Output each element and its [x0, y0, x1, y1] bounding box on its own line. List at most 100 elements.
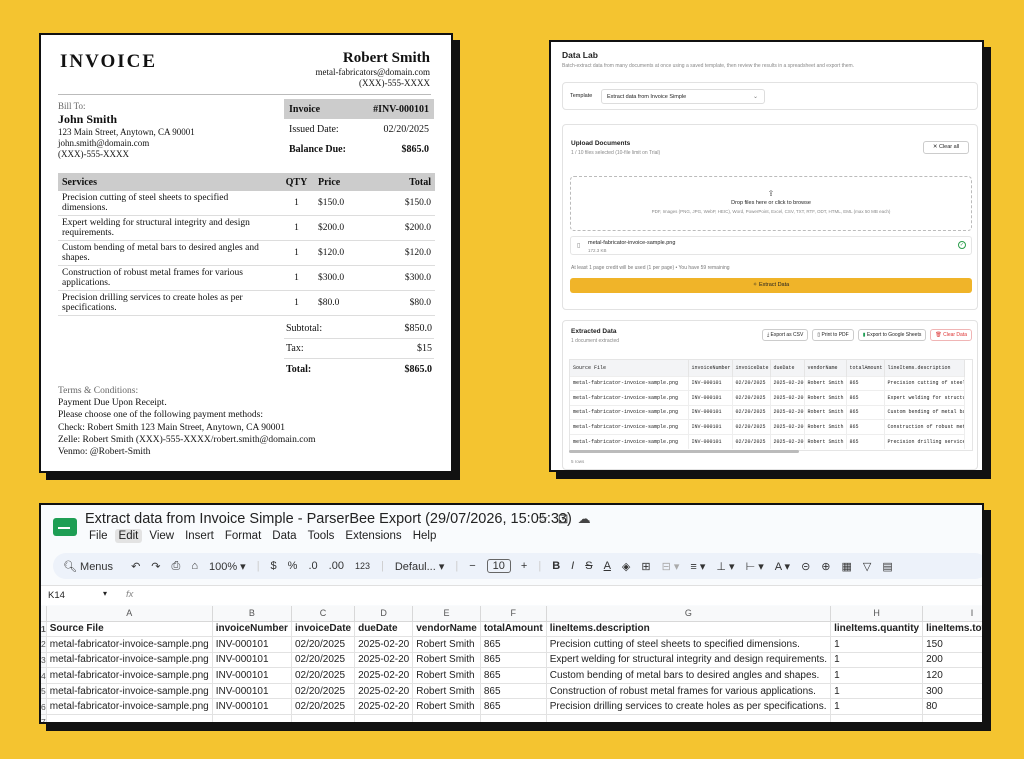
table-cell[interactable]: INV-000101	[688, 375, 733, 391]
cell[interactable]: metal-fabricator-invoice-sample.png	[46, 683, 213, 700]
paint-format-icon[interactable]: ⌂	[191, 560, 198, 572]
percent-button[interactable]: %	[288, 560, 298, 572]
fill-color-icon[interactable]: ◈	[622, 560, 630, 573]
menu-item-help[interactable]: Help	[409, 529, 441, 543]
cell[interactable]	[830, 714, 924, 722]
table-cell[interactable]: 2025-02-20	[770, 433, 805, 449]
name-box[interactable]: K14	[48, 590, 65, 601]
column-letter[interactable]: I	[922, 606, 982, 622]
cell[interactable]: Precision cutting of steel sheets to spe…	[546, 636, 832, 653]
cell[interactable]: 02/20/2025	[291, 667, 356, 684]
cell[interactable]: 2025-02-20	[354, 698, 414, 716]
cell[interactable]: Source File	[46, 621, 213, 638]
cell[interactable]: 1	[830, 698, 924, 716]
header-row[interactable]: 1 Source File invoiceNumber invoiceDate dueD…	[41, 621, 982, 638]
column-letter[interactable]: G	[546, 606, 832, 622]
cell[interactable]	[354, 714, 414, 722]
table-cell[interactable]: 2025-02-20	[770, 404, 805, 420]
vertical-align-icon[interactable]: ⊥ ▾	[716, 560, 734, 573]
menu-item-edit[interactable]: Edit	[114, 529, 143, 543]
table-row[interactable]: metal-fabricator-invoice-sample.png INV-0…	[570, 433, 965, 449]
table-cell[interactable]: 2025-02-20	[770, 419, 805, 434]
table-cell[interactable]: 865	[846, 419, 885, 434]
cell[interactable]: metal-fabricator-invoice-sample.png	[46, 667, 213, 684]
table-cell[interactable]: Robert Smith	[804, 390, 847, 405]
chevron-down-icon[interactable]: ▾	[103, 589, 107, 598]
table-row[interactable]: metal-fabricator-invoice-sample.png INV-0…	[570, 375, 965, 391]
menu-item-tools[interactable]: Tools	[304, 529, 339, 543]
cell[interactable]: Custom bending of metal bars to desired …	[546, 667, 832, 684]
print-icon[interactable]: ⎙	[172, 560, 181, 573]
column-letter[interactable]: F	[480, 606, 547, 622]
cell[interactable]	[412, 714, 481, 722]
cell[interactable]: 865	[480, 683, 547, 700]
sheets-logo-icon[interactable]	[53, 518, 77, 536]
cell[interactable]: 1	[830, 683, 924, 700]
cell[interactable]: metal-fabricator-invoice-sample.png	[46, 698, 213, 716]
table-icon[interactable]: ▤	[882, 560, 892, 573]
horizontal-scrollbar[interactable]	[569, 450, 799, 453]
cell[interactable]: Robert Smith	[412, 667, 481, 684]
column-letter[interactable]: H	[830, 606, 924, 622]
column-header[interactable]: lineItems.description	[884, 360, 965, 376]
template-select[interactable]: Extract data from Invoice Simple ⌄	[601, 89, 765, 104]
search-menus[interactable]: 🔍︎ Menus	[63, 560, 113, 573]
menu-item-file[interactable]: File	[85, 529, 112, 543]
table-cell[interactable]: 02/20/2025	[732, 433, 771, 449]
cell[interactable]: 1	[830, 667, 924, 684]
table-cell[interactable]: Precision drilling services	[884, 433, 965, 449]
italic-button[interactable]: I	[571, 560, 574, 572]
text-rotation-icon[interactable]: A ▾	[775, 560, 790, 573]
table-row[interactable]: 2 metal-fabricator-invoice-sample.png INV-…	[41, 636, 982, 653]
table-cell[interactable]: 02/20/2025	[732, 390, 771, 405]
table-cell[interactable]: INV-000101	[688, 433, 733, 449]
table-cell[interactable]: Precision cutting of steel sheets	[884, 375, 965, 391]
align-left-icon[interactable]: ≡ ▾	[690, 560, 705, 573]
cell[interactable]: 1	[830, 652, 924, 669]
cell[interactable]: INV-000101	[212, 652, 292, 669]
cell[interactable]: Construction of robust metal frames for …	[546, 683, 832, 700]
table-cell[interactable]: metal-fabricator-invoice-sample.png	[570, 404, 689, 420]
comment-icon[interactable]: ⊕	[821, 560, 830, 573]
redo-icon[interactable]: ↷	[151, 560, 160, 573]
document-title[interactable]: Extract data from Invoice Simple - Parse…	[85, 511, 572, 527]
table-cell[interactable]: 865	[846, 375, 885, 391]
cell[interactable]	[546, 714, 832, 722]
cell[interactable]: 02/20/2025	[291, 652, 356, 669]
column-header[interactable]: invoiceNumber	[688, 360, 733, 376]
cell[interactable]: 02/20/2025	[291, 683, 356, 700]
increase-decimal-button[interactable]: .00	[329, 560, 344, 572]
table-cell[interactable]: Construction of robust metal	[884, 419, 965, 434]
menu-item-format[interactable]: Format	[221, 529, 265, 543]
extract-data-button[interactable]: ✧ Extract Data	[570, 278, 972, 293]
text-wrap-icon[interactable]: ⊢ ▾	[746, 560, 764, 573]
table-cell[interactable]: Custom bending of metal bars	[884, 404, 965, 420]
cell[interactable]: 02/20/2025	[291, 698, 356, 716]
merge-cells-icon[interactable]: ⊟ ▾	[662, 560, 680, 573]
cell[interactable]: 200	[922, 652, 982, 669]
cell[interactable]: 02/20/2025	[291, 636, 356, 653]
text-color-icon[interactable]: A	[604, 560, 611, 572]
cloud-icon[interactable]: ☁	[578, 511, 600, 526]
cell[interactable]: invoiceDate	[291, 621, 356, 638]
table-cell[interactable]: Robert Smith	[804, 404, 847, 420]
extracted-table[interactable]: Source File invoiceNumber invoiceDate dueDa…	[569, 359, 973, 451]
table-cell[interactable]: INV-000101	[688, 419, 733, 434]
table-row[interactable]: 4 metal-fabricator-invoice-sample.png INV-…	[41, 667, 982, 684]
column-header[interactable]: invoiceDate	[732, 360, 771, 376]
cell[interactable]: Robert Smith	[412, 698, 481, 716]
table-cell[interactable]: Robert Smith	[804, 419, 847, 434]
menu-item-data[interactable]: Data	[268, 529, 300, 543]
filter-icon[interactable]: ▽	[863, 560, 871, 573]
table-row[interactable]: metal-fabricator-invoice-sample.png INV-0…	[570, 404, 965, 420]
cell[interactable]: lineItems.totalPrice	[922, 621, 982, 638]
cell[interactable]: dueDate	[354, 621, 414, 638]
column-letter[interactable]: D	[354, 606, 414, 622]
menu-item-extensions[interactable]: Extensions	[341, 529, 405, 543]
drop-zone[interactable]: ⇪ Drop files here or click to browse PDF…	[570, 176, 972, 231]
link-icon[interactable]: ⊝	[801, 560, 810, 573]
cell[interactable]: metal-fabricator-invoice-sample.png	[46, 652, 213, 669]
cell[interactable]: vendorName	[412, 621, 481, 638]
table-cell[interactable]: 2025-02-20	[770, 390, 805, 405]
cell[interactable]: 2025-02-20	[354, 636, 414, 653]
